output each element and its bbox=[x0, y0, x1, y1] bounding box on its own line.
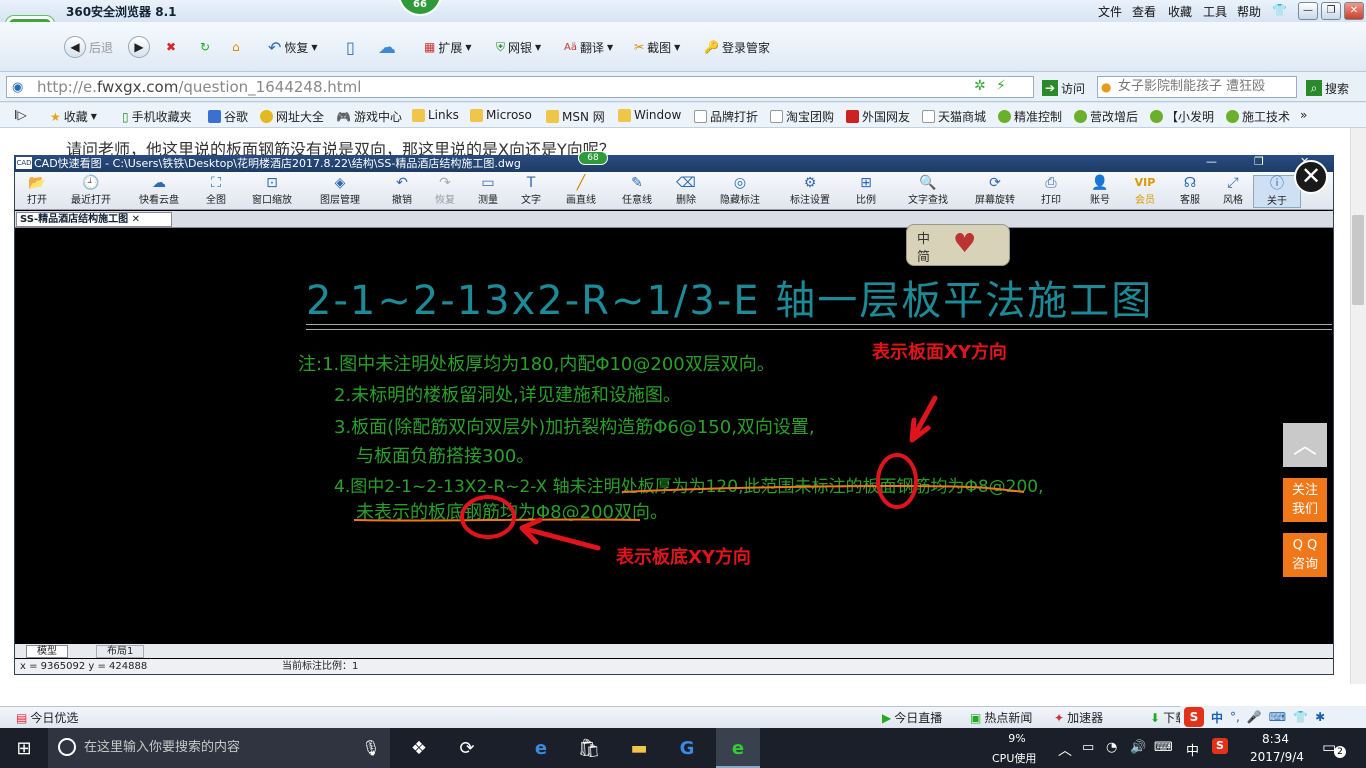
app-icon[interactable]: ⟳ bbox=[452, 733, 482, 763]
volume-icon[interactable]: 🔊 bbox=[1130, 740, 1146, 755]
skin-icon: 👕 bbox=[1293, 710, 1309, 724]
ime-toolbar[interactable]: S 中 °, 🎤 ⌨ 👕 ✱ bbox=[1180, 706, 1366, 728]
edge-icon[interactable]: e bbox=[526, 733, 556, 763]
microphone-icon[interactable]: 🎙 bbox=[356, 733, 386, 763]
circle-top bbox=[876, 453, 918, 509]
rocket-icon: ✦ bbox=[1054, 710, 1065, 725]
qq-consult-button[interactable]: Q Q 咨询 bbox=[1283, 533, 1327, 577]
today-picks[interactable]: ▤ 今日优选 bbox=[16, 709, 78, 726]
clock-date[interactable]: 2017/9/4 bbox=[1250, 750, 1304, 764]
arrow-top bbox=[909, 395, 938, 443]
cad-model-tabs bbox=[15, 644, 1333, 658]
model-tab: 模型 bbox=[26, 645, 68, 658]
tray-chevron-icon[interactable]: ︿ bbox=[1058, 740, 1072, 760]
cpu-percent: 9% bbox=[1008, 732, 1026, 745]
news-icon: ▣ bbox=[970, 710, 982, 725]
annotation-top-label: 表示板面XY方向 bbox=[872, 342, 1007, 363]
follow-us-button[interactable]: 关注 我们 bbox=[1283, 478, 1327, 522]
layout-tab: 布局1 bbox=[96, 645, 145, 658]
annotation-bottom-label: 表示板底XY方向 bbox=[616, 547, 751, 568]
gift-icon: ▤ bbox=[16, 710, 28, 725]
start-button[interactable]: ⊞ bbox=[9, 733, 39, 763]
clock-time[interactable]: 8:34 bbox=[1262, 732, 1289, 746]
hot-news[interactable]: ▣ 热点新闻 bbox=[970, 709, 1032, 726]
battery-icon[interactable]: ▭ bbox=[1082, 740, 1094, 755]
scale-readout: 当前标注比例：1 bbox=[282, 661, 359, 672]
punctuation-icon: °, bbox=[1230, 710, 1240, 724]
today-live[interactable]: ▶ 今日直播 bbox=[882, 709, 942, 726]
store-icon[interactable]: 🛍 bbox=[574, 733, 604, 763]
back-to-top-button[interactable]: ︿ bbox=[1283, 423, 1327, 467]
cad-statusline bbox=[15, 659, 1333, 674]
sogou-tray-icon[interactable]: S bbox=[1212, 738, 1228, 754]
underline-bottom bbox=[353, 518, 641, 522]
network-icon[interactable]: ◔ bbox=[1106, 740, 1117, 755]
cpu-label: CPU使用 bbox=[992, 752, 1037, 765]
mic-icon: 🎤 bbox=[1246, 710, 1262, 724]
ime-indicator[interactable]: 中 bbox=[1186, 740, 1199, 759]
app-g-icon[interactable]: G bbox=[672, 733, 702, 763]
play-icon: ▶ bbox=[882, 710, 892, 725]
touch-keyboard-icon[interactable]: ⌨ bbox=[1154, 740, 1173, 755]
browser-360-icon[interactable]: e bbox=[723, 733, 753, 763]
sogou-icon: S bbox=[1184, 707, 1204, 727]
accelerator[interactable]: ✦ 加速器 bbox=[1054, 709, 1103, 726]
task-view-icon[interactable]: ❖ bbox=[404, 733, 434, 763]
underline-top bbox=[621, 484, 1025, 493]
download-icon: ⬇ bbox=[1150, 710, 1161, 725]
arrow-bottom bbox=[519, 517, 601, 551]
circle-bottom bbox=[460, 495, 516, 539]
cortana-icon bbox=[58, 738, 76, 756]
notification-count: 2 bbox=[1334, 746, 1346, 758]
file-explorer-icon[interactable]: ▬ bbox=[624, 733, 654, 763]
taskbar-search-input[interactable]: 在这里输入你要搜索的内容 bbox=[48, 728, 390, 768]
tools-icon: ✱ bbox=[1315, 710, 1326, 724]
keyboard-icon: ⌨ bbox=[1268, 710, 1287, 724]
coordinates: x = 9365092 y = 424888 bbox=[20, 661, 148, 672]
